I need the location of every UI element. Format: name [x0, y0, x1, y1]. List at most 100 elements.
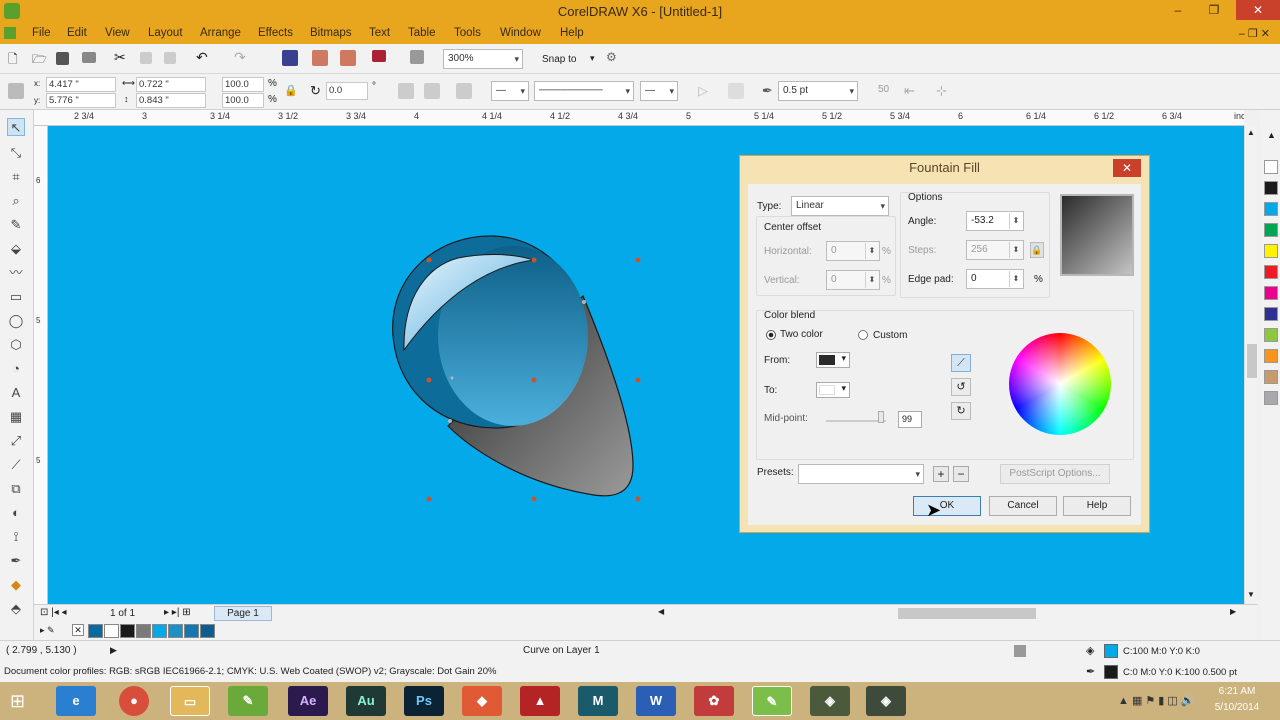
fill-type-select[interactable]: Linear — [791, 196, 889, 216]
transparency-tool-icon[interactable]: ◐ — [7, 504, 25, 522]
menu-layout[interactable]: Layout — [148, 27, 183, 39]
internet-explorer-icon[interactable]: e — [56, 686, 96, 716]
palette-scroll-up-icon[interactable]: ▲ — [1267, 130, 1276, 140]
clock-time[interactable]: 6:21 AM — [1212, 686, 1262, 697]
vertical-spinner[interactable]: 0 — [826, 270, 880, 290]
close-window-button[interactable]: ✕ — [1236, 0, 1280, 20]
file-explorer-icon[interactable]: ▭ — [170, 686, 210, 716]
y-position-field[interactable]: 5.776 " — [46, 93, 116, 108]
close-curve-icon[interactable]: ▷ — [698, 83, 716, 101]
help-button[interactable]: Help — [1063, 496, 1131, 516]
palette-swatch[interactable] — [1264, 181, 1278, 195]
dimension-tool-icon[interactable]: ⤢ — [7, 432, 25, 450]
mirror-h-icon[interactable] — [398, 83, 414, 99]
app-green-icon[interactable]: ◈ — [810, 686, 850, 716]
postscript-options-button[interactable]: PostScript Options... — [1000, 464, 1110, 484]
snap-to-dropdown[interactable]: Snap to — [542, 54, 576, 65]
pick-tool-icon[interactable]: ↖ — [7, 118, 25, 136]
remove-preset-icon[interactable]: − — [953, 466, 969, 482]
scroll-down-icon[interactable]: ▼ — [1247, 590, 1255, 599]
group-icon[interactable] — [456, 83, 472, 99]
doc-palette-swatch[interactable] — [120, 624, 135, 638]
outline-style-select[interactable]: ───────── — [534, 81, 634, 101]
palette-swatch[interactable] — [1264, 202, 1278, 216]
palette-swatch[interactable] — [1264, 328, 1278, 342]
ellipse-tool-icon[interactable]: ◯ — [7, 312, 25, 330]
coreldraw-task-icon[interactable]: ✎ — [228, 686, 268, 716]
end-arrowhead-select[interactable]: — — [640, 81, 678, 101]
acrobat-icon[interactable]: ▲ — [520, 686, 560, 716]
h-scroll-right-icon[interactable]: ▶ — [1230, 607, 1236, 616]
minimize-button[interactable]: – — [1164, 0, 1192, 20]
paste-icon[interactable] — [164, 52, 176, 64]
start-button-icon[interactable]: ⊞ — [10, 690, 32, 712]
scale-height-field[interactable]: 100.0 — [222, 93, 264, 108]
custom-radio[interactable] — [858, 330, 868, 340]
menu-table[interactable]: Table — [408, 27, 436, 39]
rectangle-tool-icon[interactable]: ▭ — [7, 288, 25, 306]
rotation-field[interactable]: 0.0 — [326, 82, 368, 100]
options-icon[interactable]: ⚙ — [606, 50, 624, 68]
zoom-level-select[interactable]: 300% — [443, 49, 523, 69]
x-position-field[interactable]: 4.417 " — [46, 77, 116, 92]
polygon-tool-icon[interactable]: ⬡ — [7, 336, 25, 354]
horizontal-scroll-thumb[interactable] — [898, 608, 1036, 619]
copy-icon[interactable] — [140, 52, 152, 64]
from-color-picker[interactable]: ▾ — [816, 352, 850, 368]
zoom-tool-icon[interactable]: ⌕ — [7, 192, 25, 210]
add-preset-icon[interactable]: + — [933, 466, 949, 482]
midpoint-slider-thumb[interactable] — [878, 411, 884, 423]
app-launcher-icon[interactable] — [410, 50, 424, 64]
mirror-v-icon[interactable] — [424, 83, 440, 99]
width-field[interactable]: 0.722 " — [136, 77, 206, 92]
doc-palette-menu-icon[interactable]: ▸ ✎ — [40, 625, 55, 636]
scroll-up-icon[interactable]: ▲ — [1247, 128, 1255, 137]
object-origin-icon[interactable] — [8, 83, 24, 99]
text-tool-icon[interactable]: A — [7, 384, 25, 402]
save-icon[interactable] — [56, 52, 69, 65]
print-icon[interactable] — [82, 52, 96, 63]
direct-blend-icon[interactable]: ⟋ — [951, 354, 971, 372]
chrome-icon[interactable]: ● — [119, 686, 149, 716]
table-tool-icon[interactable]: ▦ — [7, 408, 25, 426]
blend-tool-icon[interactable]: ⧉ — [7, 480, 25, 498]
freehand-tool-icon[interactable]: ✎ — [7, 216, 25, 234]
lock-ratio-icon[interactable]: 🔒 — [284, 84, 302, 102]
open-icon[interactable]: 🗁 — [32, 50, 50, 68]
horizontal-spinner[interactable]: 0 — [826, 241, 880, 261]
after-effects-icon[interactable]: Ae — [288, 686, 328, 716]
menu-effects[interactable]: Effects — [258, 27, 293, 39]
app-m-icon[interactable]: M — [578, 686, 618, 716]
palette-swatch[interactable] — [1264, 349, 1278, 363]
undo-icon[interactable]: ↶ — [196, 49, 214, 67]
system-tray-icons[interactable]: ▲ ▦ ⚑ ▮ ◫ 🔊 — [1118, 694, 1195, 707]
redo-icon[interactable]: ↷ — [234, 49, 252, 67]
scale-width-field[interactable]: 100.0 — [222, 77, 264, 92]
menu-edit[interactable]: Edit — [67, 27, 87, 39]
menu-text[interactable]: Text — [369, 27, 390, 39]
to-color-picker[interactable]: ▾ — [816, 382, 850, 398]
snap-to-chevron-icon[interactable]: ▾ — [590, 53, 595, 64]
palette-swatch[interactable] — [1264, 223, 1278, 237]
palette-swatch[interactable] — [1264, 391, 1278, 405]
palette-swatch[interactable] — [1264, 265, 1278, 279]
presets-select[interactable] — [798, 464, 924, 484]
ccw-blend-icon[interactable]: ↺ — [951, 378, 971, 396]
palette-swatch[interactable] — [1264, 307, 1278, 321]
vertical-scrollbar[interactable]: ▲ ▼ — [1244, 126, 1258, 604]
page-nav-icons[interactable]: ⊡ |◂ ◂ — [40, 607, 67, 618]
steps-spinner[interactable]: 256 — [966, 240, 1024, 260]
palette-swatch[interactable] — [1264, 244, 1278, 258]
menu-help[interactable]: Help — [560, 27, 584, 39]
crop-tool-icon[interactable]: ⌗ — [7, 168, 25, 186]
export-icon[interactable] — [340, 50, 356, 66]
ok-button[interactable]: OK — [913, 496, 981, 516]
app-red-icon[interactable]: ◆ — [462, 686, 502, 716]
cancel-button[interactable]: Cancel — [989, 496, 1057, 516]
publish-pdf-icon[interactable] — [372, 50, 386, 62]
palette-swatch[interactable] — [1264, 160, 1278, 174]
clock-date[interactable]: 5/10/2014 — [1212, 702, 1262, 713]
smart-fill-icon[interactable]: ⬙ — [7, 240, 25, 258]
coreldraw-active-icon[interactable]: ✎ — [752, 686, 792, 716]
doc-palette-swatch[interactable] — [184, 624, 199, 638]
